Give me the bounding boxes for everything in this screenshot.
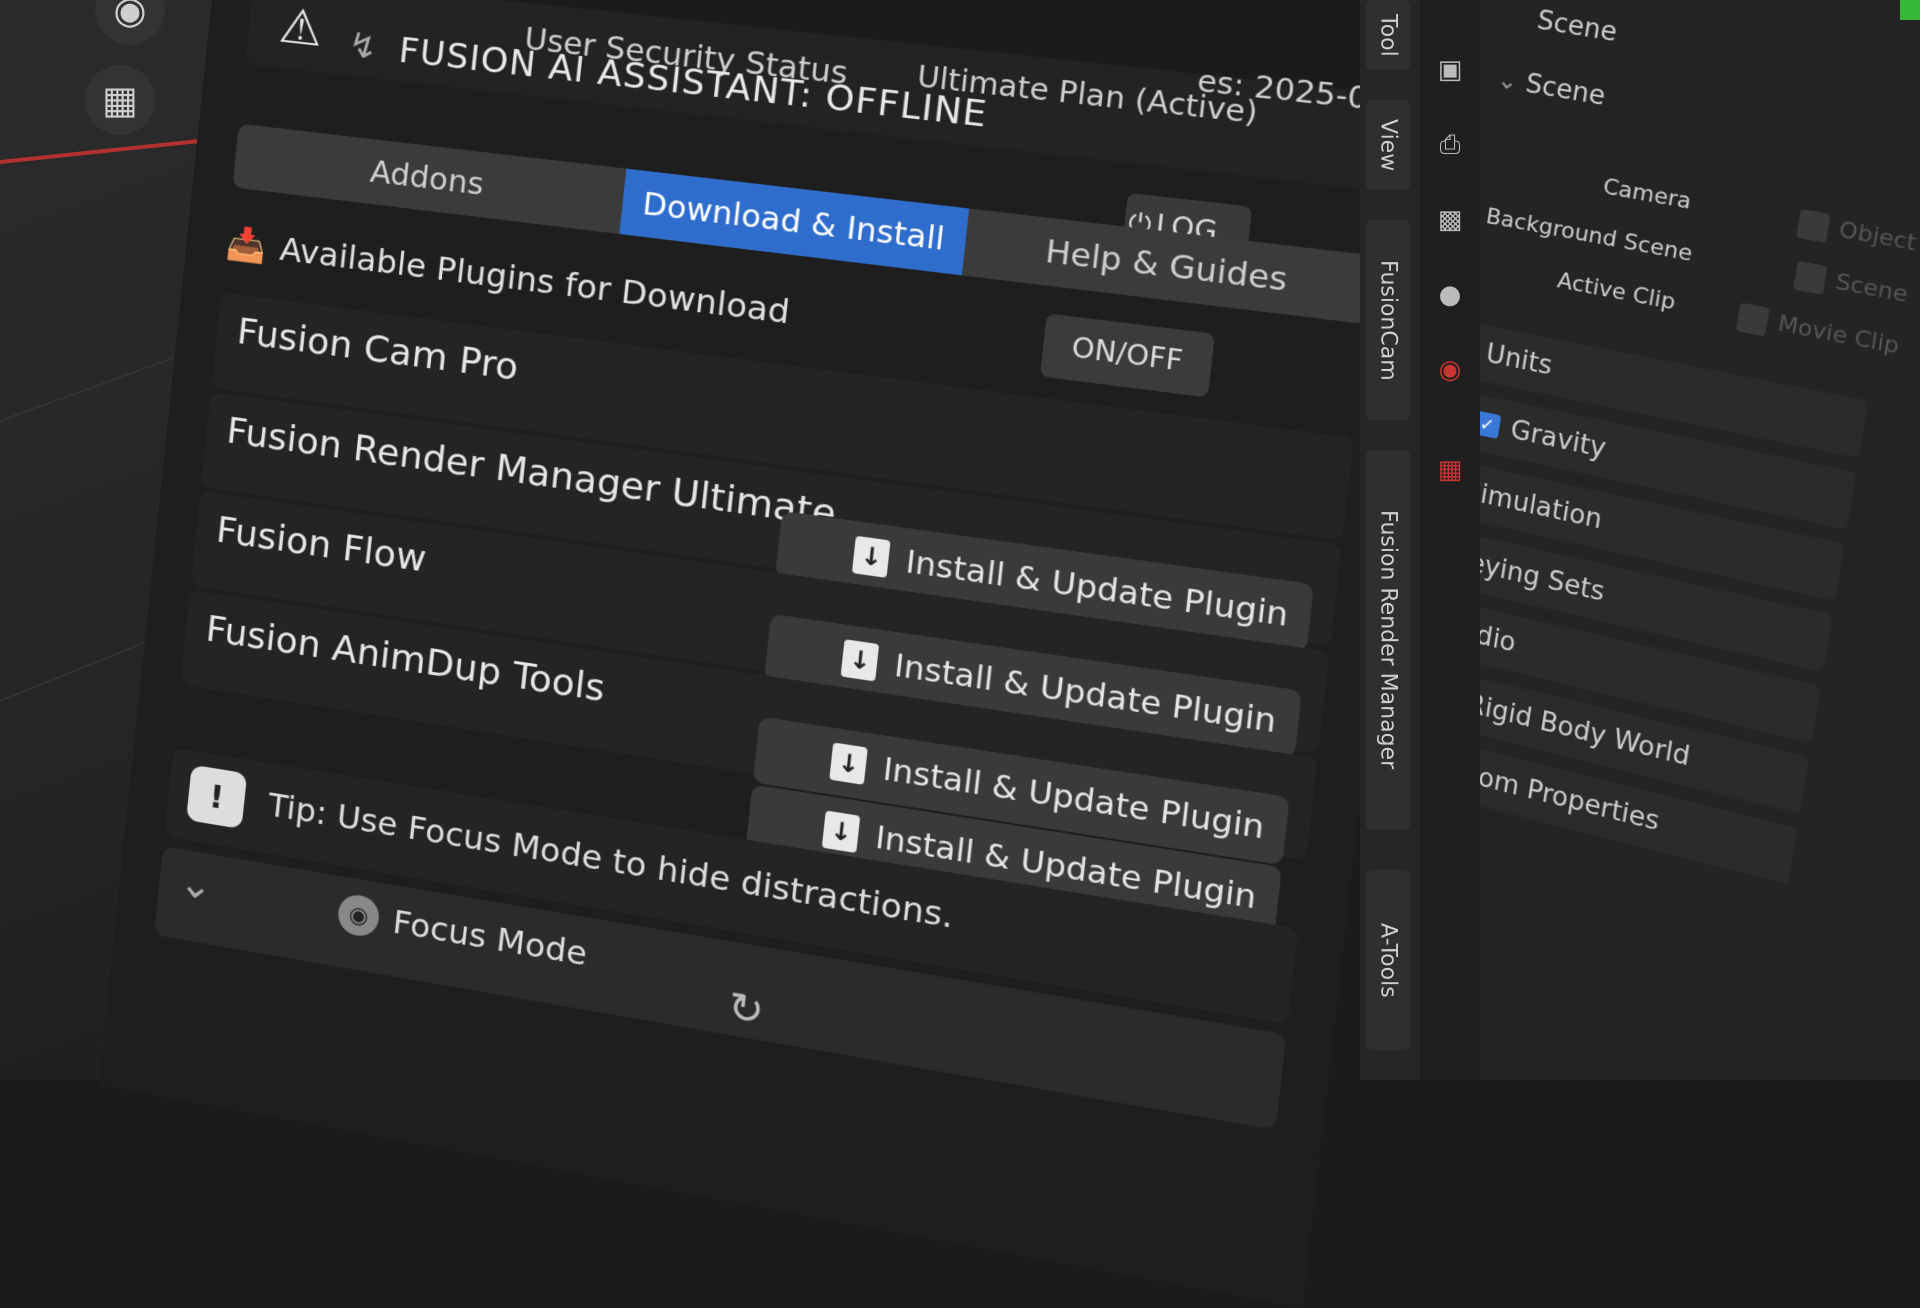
- output-icon[interactable]: ▩: [1430, 200, 1470, 240]
- active-clip-label: Active Clip: [1555, 268, 1677, 315]
- plugin-name: Fusion Cam Pro: [235, 311, 520, 389]
- sidebar-tab-fusioncam[interactable]: FusionCam: [1366, 220, 1410, 420]
- background-scene-field[interactable]: Scene: [1793, 261, 1910, 310]
- active-clip-field-placeholder: Movie Clip: [1776, 311, 1901, 360]
- scene-icon[interactable]: ●: [1430, 275, 1470, 315]
- panel-label: Gravity: [1508, 415, 1607, 464]
- panel-label: Units: [1484, 339, 1554, 382]
- scene-panel-header[interactable]: ⌄ Scene: [1495, 64, 1607, 112]
- grid-toggle-icon[interactable]: ▦: [85, 65, 155, 135]
- sidebar-tab-tool[interactable]: Tool: [1366, 0, 1410, 70]
- active-clip-field-icon: [1736, 303, 1770, 337]
- download-icon: ↓: [822, 810, 861, 853]
- active-clip-field[interactable]: Movie Clip: [1736, 303, 1901, 362]
- scene-panel-label: Scene: [1523, 69, 1607, 112]
- texture-checker-icon[interactable]: ▦: [1430, 450, 1470, 490]
- background-scene-field-icon: [1793, 261, 1827, 295]
- tab-addons[interactable]: Addons: [232, 124, 626, 234]
- warning-icon: ⚠: [277, 0, 326, 58]
- properties-tab-column: ▣ ⎙ ▩ ● ◉ ▦: [1420, 0, 1480, 1080]
- sidebar-tab-a-tools[interactable]: A-Tools: [1366, 870, 1410, 1050]
- download-tray-icon: 📥: [225, 223, 269, 266]
- download-icon: ↓: [841, 639, 880, 681]
- download-icon: ↓: [852, 536, 891, 578]
- camera-field[interactable]: Object: [1797, 209, 1919, 259]
- chevron-down-icon: ⌄: [1496, 65, 1520, 96]
- sidebar-tab-view[interactable]: View: [1366, 100, 1410, 190]
- background-scene-field-placeholder: Scene: [1834, 269, 1910, 308]
- properties-content: Scene ⌄ Scene Camera Object Background S…: [1480, 0, 1920, 1080]
- focus-icon: ◉: [336, 892, 381, 939]
- fusion-addon-panel: ⚠ User Security Status Ultimate Plan (Ac…: [98, 0, 1439, 1308]
- on-off-button[interactable]: ON/OFF: [1040, 313, 1215, 397]
- focus-label: Focus Mode: [391, 902, 589, 973]
- background-scene-label: Background Scene: [1484, 204, 1694, 267]
- panel-label: Audio: [1480, 613, 1518, 659]
- gravity-checkbox[interactable]: ✓: [1480, 411, 1501, 439]
- status-accent: [1900, 0, 1920, 20]
- render-icon[interactable]: ⎙: [1430, 125, 1470, 165]
- camera-view-icon[interactable]: ◉: [95, 0, 165, 45]
- camera-label: Camera: [1601, 174, 1693, 215]
- camera-field-placeholder: Object: [1837, 217, 1918, 256]
- download-icon: ↓: [829, 742, 868, 785]
- plugin-name: Fusion Flow: [214, 509, 428, 580]
- panel-label: Keying Sets: [1480, 544, 1607, 607]
- panel-label: Simulation: [1480, 476, 1604, 535]
- camera-field-icon: [1797, 209, 1831, 243]
- sidebar-tabs: Tool View FusionCam Fusion Render Manage…: [1360, 0, 1420, 1080]
- refresh-icon[interactable]: ↻: [726, 983, 767, 1036]
- plug-icon: ↯: [346, 25, 379, 68]
- focus-mode-button[interactable]: ◉ Focus Mode: [336, 892, 589, 974]
- tab-download-install[interactable]: Download & Install: [619, 169, 969, 276]
- chevron-down-icon[interactable]: ⌄: [177, 859, 215, 910]
- tool-settings-icon[interactable]: ▣: [1430, 50, 1470, 90]
- sidebar-tab-fusion-render-manager[interactable]: Fusion Render Manager: [1366, 450, 1410, 830]
- properties-editor: Scene ⌄ Scene Camera Object Background S…: [1480, 0, 1920, 1080]
- tip-icon: !: [186, 765, 247, 829]
- scene-header: Scene: [1535, 5, 1619, 48]
- world-icon[interactable]: ◉: [1430, 350, 1470, 390]
